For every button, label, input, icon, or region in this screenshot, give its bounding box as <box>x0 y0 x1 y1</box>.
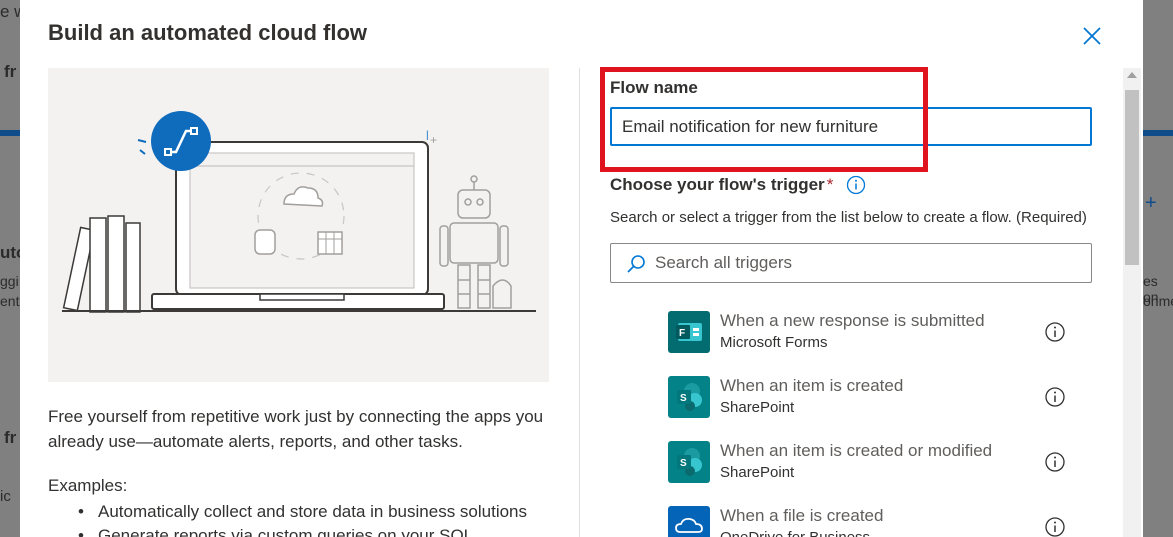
scrollbar-thumb[interactable] <box>1125 90 1139 265</box>
info-icon <box>846 175 866 195</box>
bg-plus-icon: + <box>1145 192 1157 214</box>
trigger-item-title: When a new response is submitted <box>720 311 985 330</box>
trigger-item-sharepoint-created-modified[interactable]: S When an item is created or modified Sh… <box>668 441 1088 485</box>
trigger-item-title: When a file is created <box>720 506 884 525</box>
trigger-item-sharepoint-created[interactable]: S When an item is created SharePoint <box>668 376 1088 420</box>
trigger-item-connector: Microsoft Forms <box>720 334 828 351</box>
trigger-search-box[interactable] <box>610 243 1092 283</box>
examples-label: Examples: <box>48 476 128 495</box>
onedrive-icon <box>668 506 710 537</box>
bg-text-fragment: ggi <box>0 273 19 289</box>
svg-text:S: S <box>680 458 687 469</box>
list-item: Automatically collect and store data in … <box>78 500 558 524</box>
flow-name-label: Flow name <box>610 78 698 97</box>
bg-text-fragment: fr <box>4 62 17 81</box>
hero-illustration: | + <box>48 68 549 382</box>
trigger-item-onedrive-file-created[interactable]: When a file is created OneDrive for Busi… <box>668 506 1088 537</box>
close-button[interactable] <box>1080 24 1104 48</box>
trigger-item-title: When an item is created or modified <box>720 441 993 460</box>
trigger-label: Choose your flow's trigger * <box>610 175 833 195</box>
trigger-help-text: Search or select a trigger from the list… <box>610 209 1087 226</box>
dialog-description: Free yourself from repetitive work just … <box>48 407 544 451</box>
sharepoint-icon: S <box>668 441 710 483</box>
trigger-item-title: When an item is created <box>720 376 904 395</box>
info-icon[interactable] <box>1044 516 1066 537</box>
dialog-title: Build an automated cloud flow <box>48 20 367 45</box>
build-flow-dialog: Build an automated cloud flow | + Free y… <box>20 0 1143 537</box>
background-right-strip: + es on onme <box>1143 0 1173 537</box>
forms-icon: F <box>668 311 710 353</box>
bg-text-fragment: ic <box>0 488 11 505</box>
laptop-illustration: | + <box>62 111 536 313</box>
examples-list: Automatically collect and store data in … <box>78 500 558 537</box>
bg-text-fragment: ent <box>0 293 20 309</box>
info-icon[interactable] <box>1044 451 1066 473</box>
info-icon[interactable] <box>1044 321 1066 343</box>
svg-text:F: F <box>679 328 685 339</box>
sharepoint-icon: S <box>668 376 710 418</box>
trigger-item-forms-response[interactable]: F When a new response is submitted Micro… <box>668 311 1088 355</box>
flow-name-input[interactable] <box>610 107 1092 146</box>
svg-text:|: | <box>426 130 429 141</box>
bg-accent-line <box>1143 130 1173 136</box>
info-button[interactable] <box>846 175 866 195</box>
info-icon[interactable] <box>1044 386 1066 408</box>
list-item: Generate reports via custom queries on y… <box>78 524 558 537</box>
bg-text-fragment: onme <box>1143 293 1173 309</box>
close-icon <box>1083 27 1101 45</box>
scroll-up-arrow-icon[interactable] <box>1127 72 1137 78</box>
search-icon <box>627 255 645 273</box>
panel-scrollbar[interactable] <box>1123 68 1141 537</box>
svg-text:S: S <box>680 393 687 404</box>
bg-text-fragment: fr <box>4 428 17 447</box>
required-mark: * <box>826 175 834 194</box>
svg-text:+: + <box>430 133 437 147</box>
trigger-search-input[interactable] <box>655 244 1075 282</box>
trigger-item-connector: SharePoint <box>720 464 795 481</box>
trigger-item-connector: SharePoint <box>720 399 795 416</box>
trigger-item-connector: OneDrive for Business <box>720 529 870 537</box>
panel-divider <box>579 68 580 537</box>
trigger-label-text: Choose your flow's trigger <box>610 175 825 194</box>
bg-accent-line <box>0 130 20 136</box>
